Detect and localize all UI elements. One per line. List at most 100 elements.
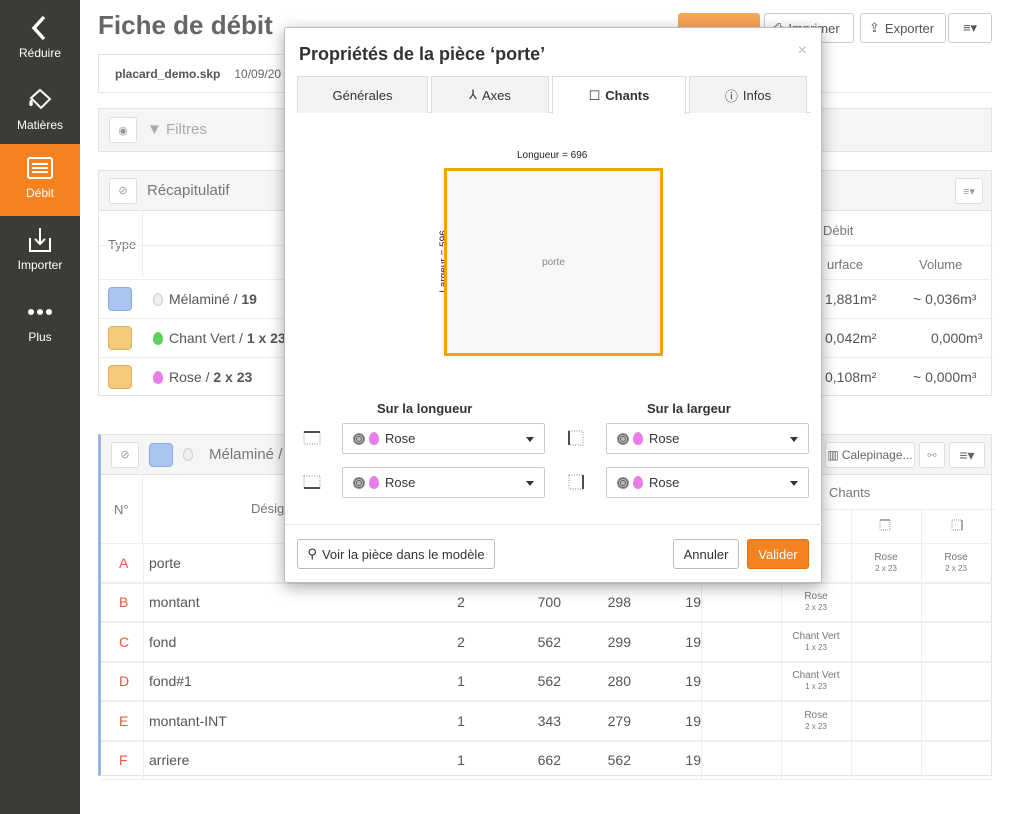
row-thickness: 19 [685, 752, 701, 769]
tab-general[interactable]: Générales [297, 76, 428, 113]
eye-toggle-button[interactable]: ⊘ [109, 177, 137, 204]
edge-text: Rose 2 x 23 [921, 552, 991, 574]
sidebar-item-debit[interactable]: Débit [0, 144, 80, 216]
sidebar-item-materials[interactable]: Matières [0, 76, 80, 148]
summary-menu-button[interactable]: ≡▾ [955, 178, 983, 204]
row-letter: C [119, 633, 130, 650]
row-edge-edge1 [781, 742, 851, 780]
paint-bucket-icon [29, 88, 52, 110]
caret-down-icon [526, 481, 534, 486]
row-length: 700 [537, 594, 561, 611]
caret-down-icon [790, 437, 798, 442]
row-letter: B [119, 594, 129, 611]
edge-text: Chant Vert 1 x 23 [781, 631, 851, 653]
edge-right-select[interactable]: Rose [606, 467, 809, 498]
row-name: fond [149, 633, 177, 650]
edge-material-size: 2 x 23 [805, 603, 827, 613]
row-name: arriere [149, 752, 190, 769]
eye-toggle-button[interactable]: ◉ [109, 117, 137, 143]
dialog-footer-divider [285, 524, 823, 525]
row-edge-edge3 [851, 623, 921, 661]
tab-edges[interactable]: ☐ Chants [552, 76, 686, 114]
eye-toggle-button[interactable]: ⊘ [111, 441, 139, 468]
piece-preview: porte [444, 168, 663, 356]
row-edge-edge4 [921, 702, 991, 740]
row-thickness: 19 [685, 633, 701, 650]
row-letter: A [119, 554, 129, 571]
table-row[interactable]: Dfond#1 1 562 280 19 Chant Vert 1 x 23 [101, 661, 992, 701]
sidebar-item-label: Réduire [18, 46, 62, 60]
row-name: montant [149, 594, 200, 611]
edge-left-icon [568, 430, 584, 446]
row-edge-edge3 [851, 584, 921, 622]
row-width: 280 [607, 673, 631, 690]
row-length: 562 [537, 633, 561, 650]
table-row[interactable]: Cfond 2 562 299 19 Chant Vert 1 x 23 [101, 622, 992, 662]
edge-material-icon [108, 365, 132, 389]
sidebar-item-import[interactable]: Importer [0, 216, 80, 288]
caret-down-icon [526, 437, 534, 442]
row-quantity: 1 [457, 712, 465, 729]
row-edge-edge4 [921, 742, 991, 780]
row-quantity: 2 [457, 594, 465, 611]
link-button[interactable]: ⚯ [919, 442, 945, 468]
caret-down-icon [790, 481, 798, 486]
col-designation: Désig [251, 501, 285, 516]
row-quantity: 1 [457, 673, 465, 690]
eye-slash-icon: ⊘ [118, 185, 128, 197]
sidebar-item-more[interactable]: Plus [0, 288, 80, 360]
row-edge-edge3 [851, 663, 921, 701]
row-edge-edge4: Rose 2 x 23 [921, 544, 991, 582]
table-row[interactable]: Farriere 1 662 562 19 [101, 740, 992, 780]
row-thickness: 19 [685, 594, 701, 611]
sidebar-item-collapse[interactable]: Réduire [0, 4, 80, 76]
dialog-tabs: Générales ⅄ Axes ☐ Chants ⓘ Infos [297, 76, 811, 114]
table-row[interactable]: Emontant-INT 1 343 279 19 Rose 2 x 23 [101, 701, 992, 741]
drop-icon [153, 292, 163, 306]
validate-button[interactable]: Valider [747, 539, 809, 569]
row-edge-edge3: Rose 2 x 23 [851, 544, 921, 582]
export-button[interactable]: ⇪ Exporter [860, 13, 946, 43]
tab-infos[interactable]: ⓘ Infos [689, 76, 807, 113]
close-icon[interactable]: × [798, 42, 807, 60]
piece-properties-dialog: Propriétés de la pièce ‘porte’ × Général… [284, 27, 823, 583]
piece-name-label: porte [542, 257, 565, 268]
row-edge-edge4 [921, 584, 991, 622]
col-num: N° [101, 475, 143, 543]
edge-text: Rose 2 x 23 [781, 710, 851, 732]
length-dimension-label: Longueur = 696 [517, 150, 588, 161]
edge-top-select[interactable]: Rose [342, 423, 545, 454]
sidebar-item-label: Matières [16, 118, 63, 132]
file-tab[interactable]: placard_demo.skp 10/09/20 [98, 54, 299, 92]
edge-bottom-icon [303, 475, 321, 489]
edge-material-size: 1 x 23 [805, 682, 827, 692]
col-chants: Chants [829, 485, 871, 500]
row-name: fond#1 [149, 673, 192, 690]
edge-material-icon [108, 326, 132, 350]
row-width: 562 [607, 752, 631, 769]
eye-slash-icon: ⊘ [120, 449, 130, 461]
calepinage-button[interactable]: ▥ Calepinage... [825, 442, 915, 468]
edge-bottom-select[interactable]: Rose [342, 467, 545, 498]
edge-material-size: 2 x 23 [945, 563, 967, 573]
row-width: 298 [607, 594, 631, 611]
page-title: Fiche de débit [98, 10, 273, 40]
edge-text: Rose 2 x 23 [781, 591, 851, 613]
edge-text: Rose 2 x 23 [851, 552, 921, 574]
more-dots-icon [28, 309, 52, 315]
square-icon: ☐ [588, 87, 601, 103]
table-row[interactable]: Bmontant 2 700 298 19 Rose 2 x 23 [101, 582, 992, 622]
group-menu-button[interactable]: ≡▾ [949, 442, 985, 468]
cancel-button[interactable]: Annuler [673, 539, 739, 569]
edge-left-select[interactable]: Rose [606, 423, 809, 454]
view-in-model-button[interactable]: ⚲ Voir la pièce dans le modèle [297, 539, 495, 569]
row-edge-edge4 [921, 623, 991, 661]
edge-material-icon [617, 476, 629, 489]
menu-button[interactable]: ≡▾ [948, 13, 992, 43]
tab-axes[interactable]: ⅄ Axes [431, 76, 549, 113]
dialog-title: Propriétés de la pièce ‘porte’ [299, 44, 546, 64]
row-thickness: 19 [685, 673, 701, 690]
edge-material-name: Rose [944, 551, 968, 563]
filters-toggle[interactable]: ▼ Filtres [147, 121, 207, 138]
edge-text: Chant Vert 1 x 23 [781, 670, 851, 692]
